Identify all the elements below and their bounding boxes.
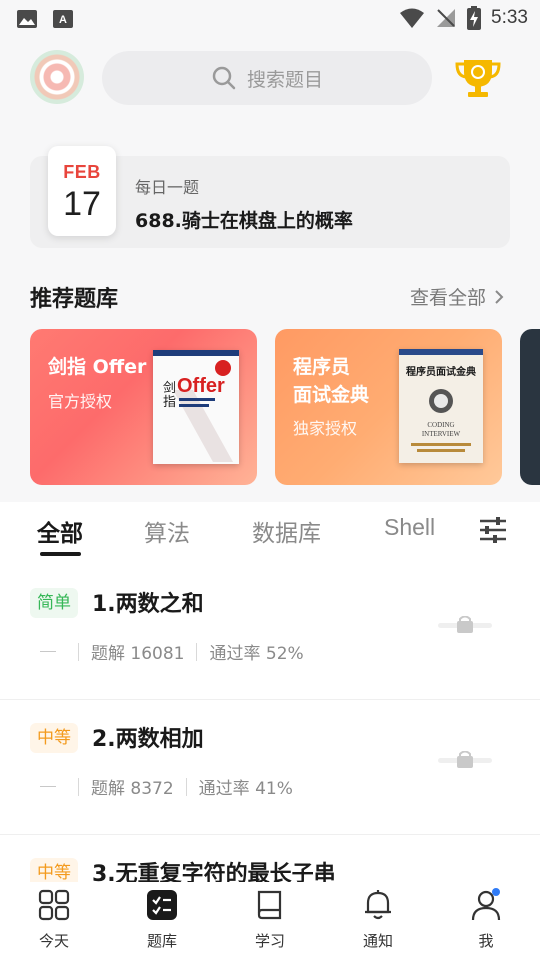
book-cover-image: 程序员面试金典 CODING INTERVIEW <box>399 349 483 463</box>
status-dash <box>40 651 56 652</box>
pass-rate: 通过率 41% <box>198 779 293 799</box>
book-icon <box>257 890 282 920</box>
tab-algorithm[interactable]: 算法 <box>144 514 190 548</box>
recommended-title: 推荐题库 <box>30 287 119 312</box>
calendar-badge: FEB 17 <box>48 146 116 236</box>
daily-question-card[interactable]: FEB 17 每日一题 688.骑士在棋盘上的概率 <box>30 146 510 248</box>
wifi-icon <box>400 8 425 28</box>
question-row[interactable]: 中等 2.两数相加 题解 8372 通过率 41% <box>0 701 540 835</box>
book-cover-image: 剑 指 Offer <box>153 350 239 464</box>
svg-text:Offer: Offer <box>177 375 225 397</box>
calendar-month: FEB <box>63 162 101 182</box>
nav-problem-bank[interactable]: 题库 <box>108 882 216 960</box>
nav-label: 今天 <box>38 932 69 950</box>
nav-label: 通知 <box>362 932 393 950</box>
svg-text:剑: 剑 <box>163 380 176 396</box>
text-notification-icon: A <box>53 10 73 28</box>
difficulty-badge: 简单 <box>30 588 78 618</box>
tab-database[interactable]: 数据库 <box>252 514 321 548</box>
grid-icon <box>38 889 70 921</box>
nav-me[interactable]: 我 <box>432 882 540 960</box>
divider <box>78 642 79 661</box>
view-all-link[interactable]: 查看全部 <box>410 283 504 310</box>
svg-text:指: 指 <box>163 395 176 410</box>
nav-today[interactable]: 今天 <box>0 882 108 960</box>
bank-card-partial[interactable] <box>520 329 540 485</box>
status-dash <box>40 786 56 787</box>
solution-count: 题解 8372 <box>91 779 174 799</box>
pass-rate: 通过率 52% <box>209 644 304 664</box>
status-time: 5:33 <box>491 7 528 28</box>
question-title: 1.两数之和 <box>92 592 204 617</box>
search-placeholder: 搜索题目 <box>246 68 323 91</box>
divider <box>78 777 79 796</box>
bell-icon <box>365 890 391 920</box>
question-meta: 题解 16081 通过率 52% <box>40 639 304 664</box>
bottom-navigation: 今天 题库 学习 通知 我 <box>0 882 540 960</box>
nav-study[interactable]: 学习 <box>216 882 324 960</box>
top-header: 搜索题目 <box>0 46 540 110</box>
question-list-panel: 全部 算法 数据库 Shell 简单 1.两数之和 题解 16081 通过率 5… <box>0 502 540 888</box>
divider <box>196 642 198 661</box>
search-bar[interactable]: 搜索题目 <box>102 51 432 105</box>
daily-title: 688.骑士在棋盘上的概率 <box>135 210 353 232</box>
svg-text:A: A <box>59 14 67 26</box>
lock-icon <box>438 751 492 768</box>
filter-sliders-icon[interactable] <box>478 516 508 544</box>
question-row[interactable]: 简单 1.两数之和 题解 16081 通过率 52% <box>0 566 540 700</box>
question-meta: 题解 8372 通过率 41% <box>40 774 293 799</box>
nav-notifications[interactable]: 通知 <box>324 882 432 960</box>
svg-text:CODING: CODING <box>427 421 454 429</box>
bank-name: 剑指 Offer <box>48 356 147 378</box>
avatar[interactable] <box>30 50 84 104</box>
battery-charging-icon <box>467 6 482 30</box>
nav-label: 我 <box>478 932 494 950</box>
bank-name-line2: 面试金典 <box>293 384 370 406</box>
status-bar: A 5:33 <box>0 0 540 36</box>
difficulty-badge: 中等 <box>30 723 78 753</box>
nav-label: 学习 <box>254 932 285 950</box>
bank-card-interview-guide[interactable]: 程序员 面试金典 独家授权 程序员面试金典 CODING INTERVIEW <box>275 329 502 485</box>
svg-text:程序员面试金典: 程序员面试金典 <box>406 365 476 378</box>
question-title: 2.两数相加 <box>92 727 204 752</box>
view-all-label: 查看全部 <box>409 287 486 309</box>
gallery-notification-icon <box>17 10 37 28</box>
chevron-right-icon <box>495 289 504 304</box>
search-icon <box>212 66 236 90</box>
lock-icon <box>438 616 492 633</box>
divider <box>185 777 187 796</box>
checklist-icon <box>147 890 177 920</box>
bank-name-line1: 程序员 <box>293 356 351 378</box>
screen: A 5:33 搜索题目 FEB 17 每日一题 688.骑士在棋盘上的概率 推荐… <box>0 0 540 960</box>
bank-subtitle: 官方授权 <box>48 392 113 411</box>
daily-label: 每日一题 <box>135 178 200 197</box>
calendar-day: 17 <box>63 185 101 223</box>
user-icon <box>471 888 501 921</box>
category-tabs: 全部 算法 数据库 Shell <box>0 502 540 558</box>
trophy-icon[interactable] <box>454 56 502 100</box>
svg-text:INTERVIEW: INTERVIEW <box>422 430 461 438</box>
bank-subtitle: 独家授权 <box>293 419 358 438</box>
solution-count: 题解 16081 <box>91 644 185 664</box>
tab-shell[interactable]: Shell <box>384 514 435 541</box>
nav-label: 题库 <box>146 932 177 950</box>
active-tab-indicator <box>40 552 81 556</box>
bank-card-jianzhi-offer[interactable]: 剑指 Offer 官方授权 剑 指 Offer <box>30 329 257 485</box>
tab-all[interactable]: 全部 <box>37 514 83 548</box>
no-signal-icon <box>437 9 456 27</box>
